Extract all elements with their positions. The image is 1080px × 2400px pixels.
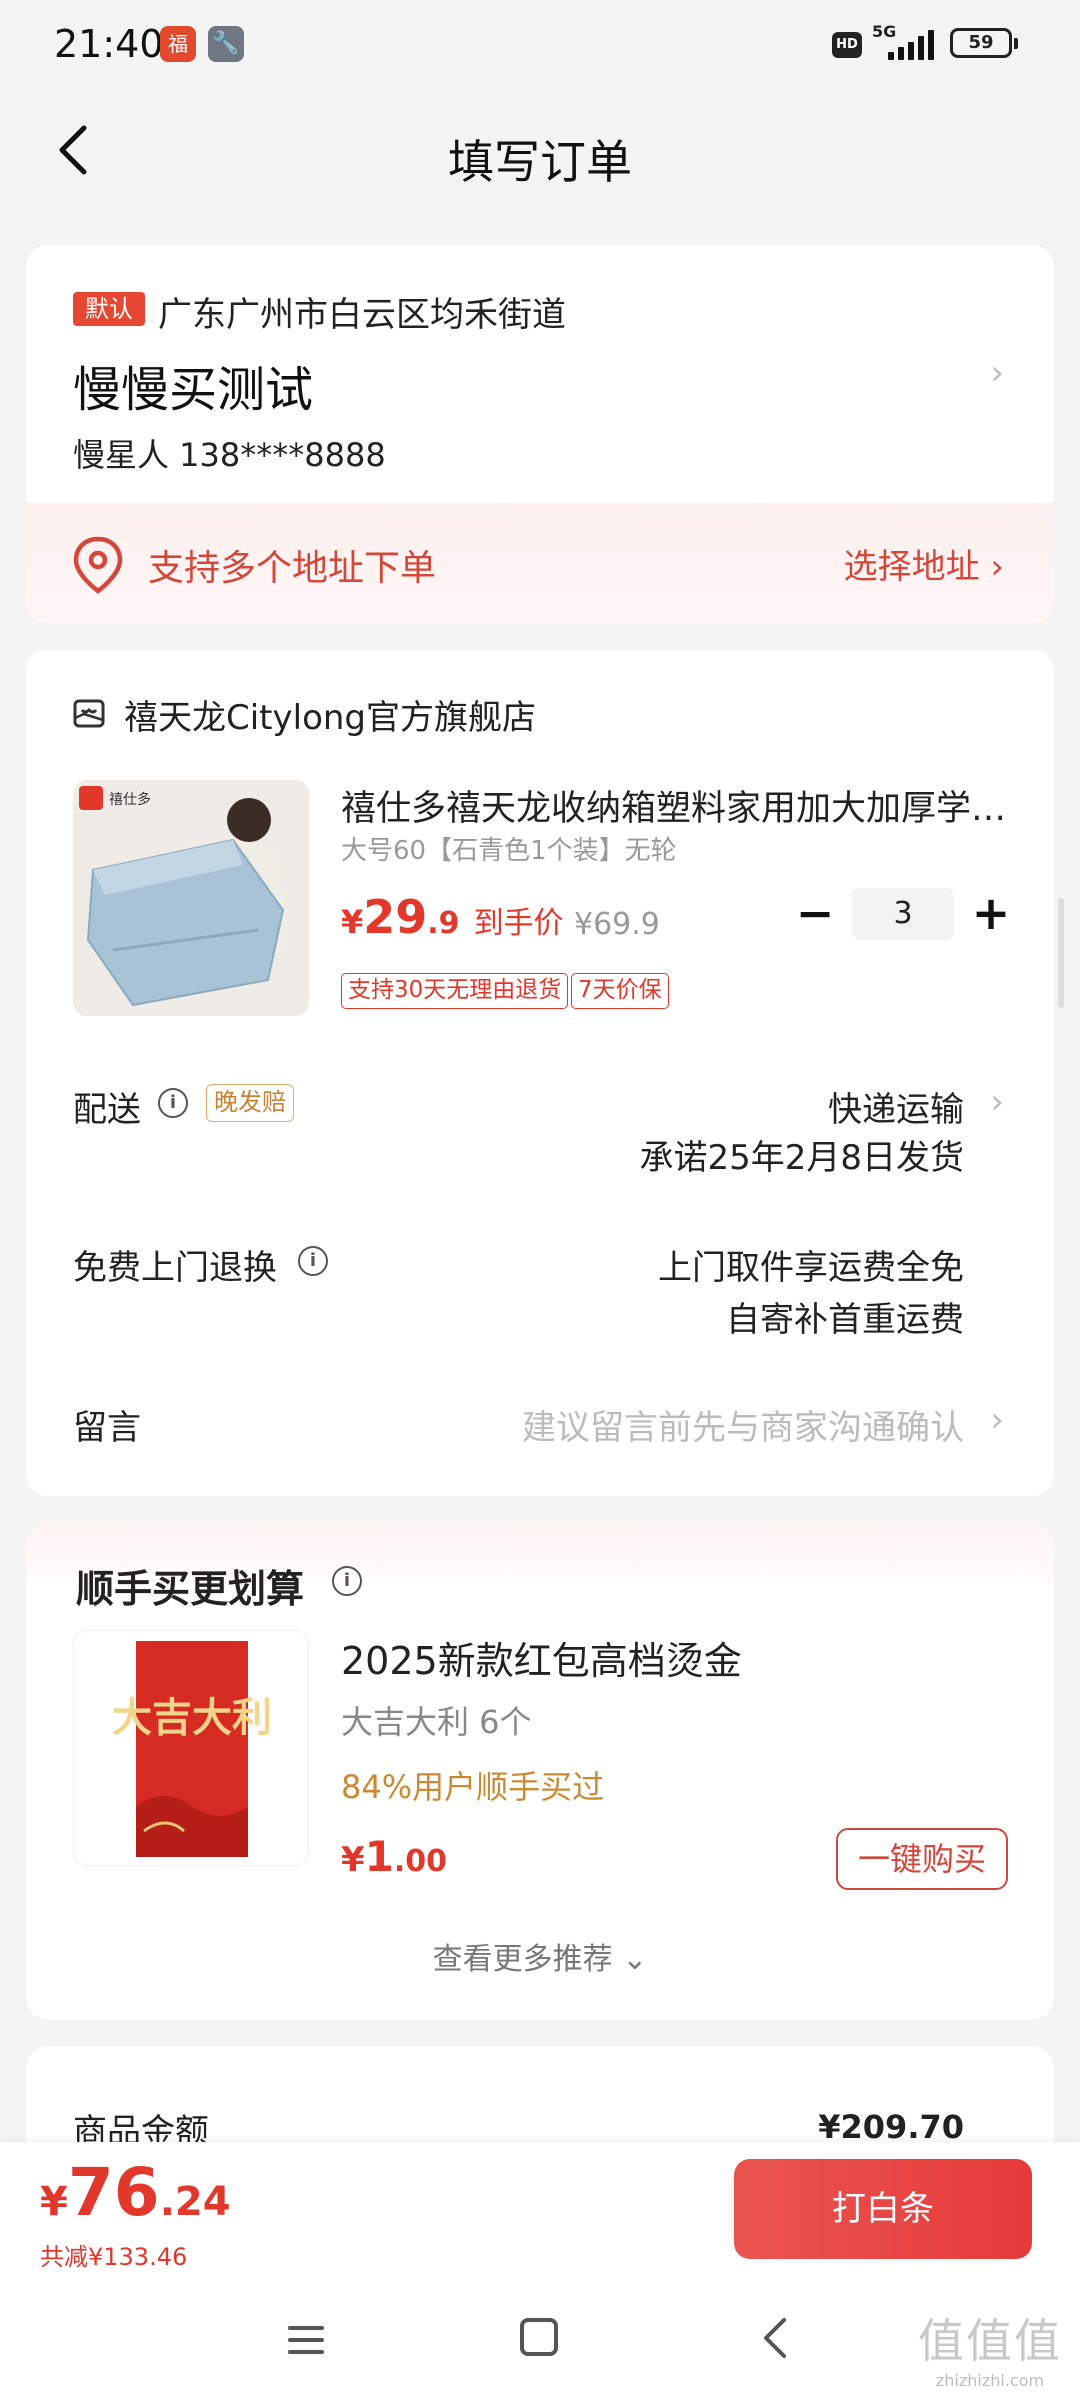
pay-button[interactable]: 打白条 — [734, 2159, 1032, 2259]
price-decimal: .00 — [393, 1844, 448, 1879]
delivery-method[interactable]: 快递运输 — [828, 1082, 964, 1131]
watermark-url: zhizhizhi.com — [935, 2371, 1045, 2390]
page-title: 填写订单 — [448, 135, 632, 189]
red-envelope-text: 大吉大利 — [112, 1694, 272, 1741]
product-image-brand: 禧仕多 — [109, 791, 151, 808]
system-nav-bar: 值值值 zhizhizhi.com — [0, 2284, 1080, 2400]
price-symbol: ¥ — [341, 903, 364, 941]
info-icon[interactable]: i — [158, 1088, 188, 1118]
more-recommend-link[interactable]: 查看更多推荐 ⌄ — [26, 1934, 1054, 1978]
price-integer: 1 — [364, 1832, 394, 1881]
price-label: 到手价 — [473, 906, 564, 941]
scrollbar[interactable] — [1058, 898, 1064, 1008]
location-pin-icon — [73, 536, 123, 594]
recommend-title: 顺手买更划算 — [76, 1567, 305, 1611]
info-icon[interactable]: i — [298, 1246, 328, 1276]
message-label: 留言 — [73, 1408, 141, 1448]
total-price: ¥76.24 — [40, 2154, 231, 2231]
status-time: 21:40 — [54, 22, 164, 66]
back-icon[interactable] — [756, 2316, 796, 2360]
shipping-promise: 承诺25年2月8日发货 — [639, 1138, 964, 1178]
chevron-right-icon: › — [990, 353, 1004, 393]
product-price: ¥29.9 到手价 — [341, 890, 564, 944]
hd-icon: HD — [832, 32, 862, 58]
discount-total[interactable]: 共减¥133.46 — [40, 2237, 187, 2272]
price-symbol: ¥ — [40, 2179, 68, 2225]
checkout-bar: ¥76.24 共减¥133.46 打白条 — [0, 2142, 1080, 2284]
multi-address-text: 支持多个地址下单 — [148, 548, 437, 589]
price-decimal: .24 — [159, 2179, 231, 2225]
one-click-buy-button[interactable]: 一键购买 — [836, 1828, 1008, 1890]
address-card[interactable]: 默认 广东广州市白云区均禾街道 慢慢买测试 慢星人 138****8888 › … — [26, 245, 1054, 623]
product-image[interactable]: 禧仕多 — [73, 780, 309, 1016]
multi-address-strip[interactable]: 支持多个地址下单 选择地址 › — [26, 503, 1054, 623]
recommend-spec: 大吉大利 6个 — [341, 1703, 532, 1741]
original-price: ¥69.9 — [574, 907, 660, 942]
recommend-name[interactable]: 2025新款红包高档烫金 — [341, 1630, 742, 1685]
default-address-badge: 默认 — [73, 292, 145, 326]
quantity-decrease-button[interactable]: − — [790, 890, 840, 940]
choose-address-link[interactable]: 选择地址 › — [844, 539, 1004, 588]
price-decimal: .9 — [427, 906, 460, 941]
info-icon[interactable]: i — [332, 1566, 362, 1596]
recommend-card: 顺手买更划算 i 大吉大利 2025新款红包高档烫金 大吉大利 6个 84%用户… — [26, 1522, 1054, 2020]
chevron-right-icon: › — [990, 1082, 1004, 1122]
price-protect-tag: 7天价保 — [571, 973, 669, 1009]
red-envelope-image: 大吉大利 — [74, 1631, 308, 1865]
product-title[interactable]: 禧仕多禧天龙收纳箱塑料家用加大加厚学… — [341, 780, 1021, 831]
price-integer: 76 — [67, 2154, 160, 2231]
shop-name[interactable]: 禧天龙Citylong官方旗舰店 — [124, 690, 536, 739]
signal-icon: 5G — [872, 22, 934, 62]
quantity-input[interactable]: 3 — [852, 888, 954, 940]
recommend-price: ¥1.00 — [341, 1832, 447, 1881]
address-title: 慢慢买测试 — [73, 362, 314, 418]
order-card: 禧天龙Citylong官方旗舰店 禧仕多 禧仕多禧天龙收纳箱塑料家用加大加厚学…… — [26, 650, 1054, 1496]
home-icon[interactable] — [520, 2318, 558, 2356]
delivery-label: 配送 — [73, 1090, 141, 1130]
wrench-icon: 🔧 — [208, 26, 244, 62]
price-integer: 29 — [363, 890, 428, 944]
nav-bar: 填写订单 — [0, 90, 1080, 218]
free-return-line1: 上门取件享运费全免 — [658, 1248, 964, 1288]
menu-icon[interactable] — [286, 2322, 326, 2358]
address-contact: 慢星人 138****8888 — [73, 436, 386, 474]
chevron-right-icon: › — [990, 1400, 1004, 1440]
late-compensation-tag: 晚发赔 — [206, 1084, 294, 1122]
recommend-social-proof: 84%用户顺手买过 — [341, 1768, 605, 1806]
shop-icon — [73, 699, 105, 728]
app-notification-icon: 福 — [160, 26, 196, 62]
message-input[interactable]: 建议留言前先与商家沟通确认 — [522, 1400, 964, 1449]
watermark: 值值值 zhizhizhi.com — [918, 2305, 1062, 2390]
watermark-logo: 值值值 — [918, 2314, 1062, 2368]
product-spec[interactable]: 大号60【石青色1个装】无轮 — [341, 830, 677, 867]
price-symbol: ¥ — [341, 1840, 365, 1880]
address-region: 广东广州市白云区均禾街道 — [158, 295, 566, 335]
free-return-label: 免费上门退换 — [73, 1248, 277, 1288]
recommend-product-image[interactable]: 大吉大利 — [73, 1630, 309, 1866]
return-policy-tag: 支持30天无理由退货 — [341, 973, 569, 1009]
status-bar: 21:40 福 🔧 HD 5G 59 — [0, 0, 1080, 90]
quantity-increase-button[interactable]: + — [966, 890, 1016, 940]
goods-amount-value: ¥209.70 — [818, 2108, 964, 2146]
battery-icon: 59 — [950, 28, 1018, 58]
free-return-line2: 自寄补首重运费 — [726, 1300, 964, 1340]
storage-box-image: 禧仕多 — [73, 780, 309, 1016]
